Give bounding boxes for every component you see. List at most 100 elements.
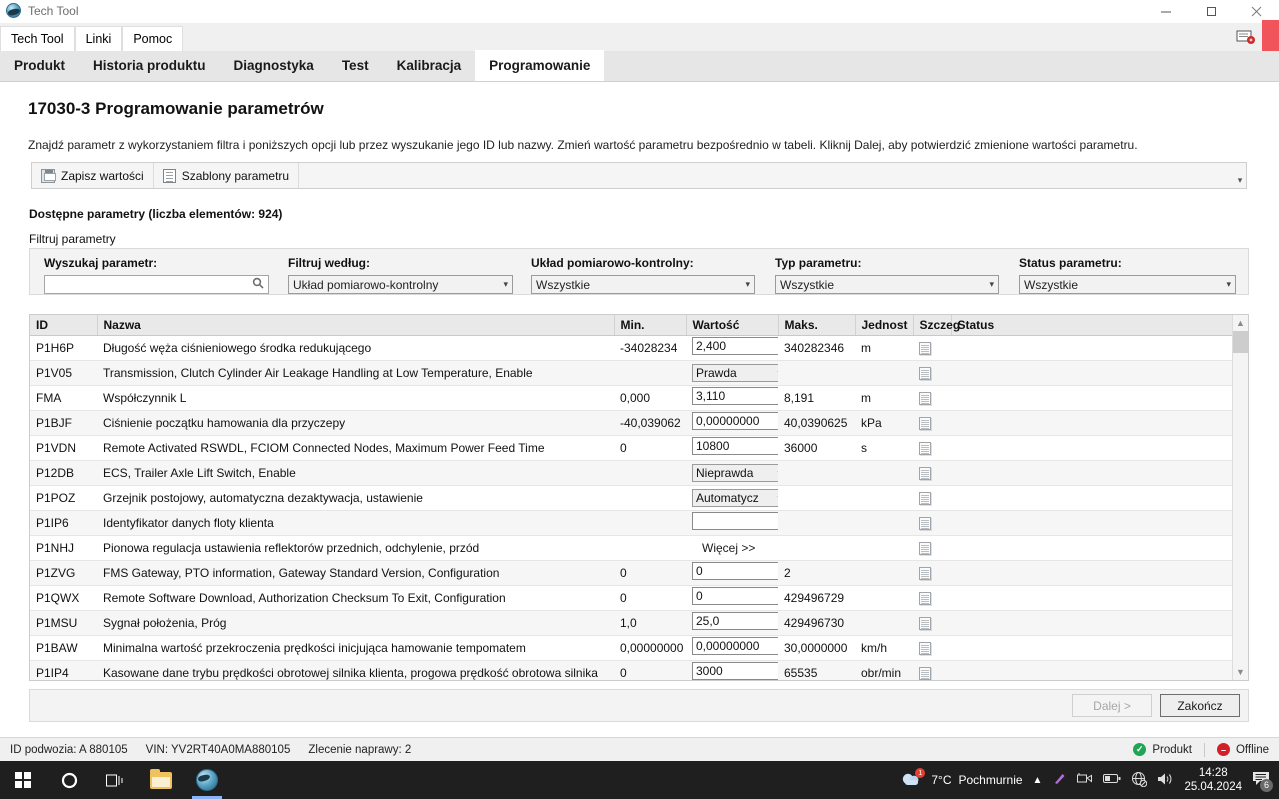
table-row[interactable]: P1VDN Remote Activated RSWDL, FCIOM Conne… bbox=[30, 435, 1233, 461]
parameter-value-input[interactable]: 10800 bbox=[692, 437, 778, 455]
pen-icon[interactable] bbox=[1052, 771, 1067, 789]
cortana-search-button[interactable] bbox=[46, 761, 92, 799]
menu-item-linki[interactable]: Linki bbox=[74, 26, 123, 51]
column-header-nazwa[interactable]: Nazwa bbox=[97, 315, 615, 336]
cell-details[interactable] bbox=[913, 585, 951, 611]
parameter-value-select[interactable]: Automatycz ▾ bbox=[692, 488, 778, 507]
tab-historia-produktu[interactable]: Historia produktu bbox=[79, 50, 220, 81]
parameter-value-input[interactable]: 0,00000000 bbox=[692, 412, 778, 430]
cell-value[interactable]: Automatycz ▾ bbox=[686, 485, 778, 511]
parameter-value-select[interactable]: Nieprawda ▾ bbox=[692, 463, 778, 482]
table-row[interactable]: P1IP4 Kasowane dane trybu prędkości obrot… bbox=[30, 660, 1233, 680]
table-row[interactable]: P1BAW Minimalna wartość przekroczenia prę… bbox=[30, 635, 1233, 661]
parameter-status-select[interactable]: Wszystkie ▾ bbox=[1019, 275, 1236, 294]
cell-details[interactable] bbox=[913, 385, 951, 411]
parameter-value-input[interactable]: 3000 bbox=[692, 662, 778, 680]
scroll-down-arrow[interactable]: ▼ bbox=[1233, 664, 1248, 680]
camera-icon[interactable] bbox=[1077, 772, 1093, 788]
tech-tool-taskbar-button[interactable] bbox=[184, 761, 230, 799]
parameter-value-input[interactable] bbox=[692, 512, 778, 530]
menu-item-pomoc[interactable]: Pomoc bbox=[122, 26, 184, 51]
cell-value[interactable]: Więcej >> bbox=[686, 535, 778, 561]
details-document-icon[interactable] bbox=[919, 416, 931, 430]
battery-icon[interactable] bbox=[1103, 773, 1121, 787]
search-input[interactable] bbox=[44, 275, 269, 294]
cell-value[interactable]: 3000 bbox=[686, 660, 778, 680]
finish-button[interactable]: Zakończ bbox=[1160, 694, 1240, 717]
network-icon[interactable] bbox=[1131, 771, 1148, 790]
details-document-icon[interactable] bbox=[919, 516, 931, 530]
table-row[interactable]: FMA Współczynnik L 0,000 3,110 8,191 m bbox=[30, 385, 1233, 411]
column-header-status[interactable]: Status bbox=[951, 315, 1234, 336]
details-document-icon[interactable] bbox=[919, 441, 931, 455]
filter-by-select[interactable]: Układ pomiarowo-kontrolny ▾ bbox=[288, 275, 513, 294]
tab-test[interactable]: Test bbox=[328, 50, 383, 81]
table-row[interactable]: P1MSU Sygnał położenia, Próg 1,0 25,0 429496… bbox=[30, 610, 1233, 636]
measurement-system-select[interactable]: Wszystkie ▾ bbox=[531, 275, 755, 294]
start-button[interactable] bbox=[0, 761, 46, 799]
action-center-button[interactable]: 6 bbox=[1252, 771, 1273, 792]
table-row[interactable]: P1H6P Długość węża ciśnieniowego środka r… bbox=[30, 335, 1233, 361]
cell-details[interactable] bbox=[913, 660, 951, 680]
parameter-value-input[interactable]: 0,00000000 bbox=[692, 637, 778, 655]
details-document-icon[interactable] bbox=[919, 566, 931, 580]
cell-details[interactable] bbox=[913, 510, 951, 536]
details-document-icon[interactable] bbox=[919, 341, 931, 355]
parameter-type-select[interactable]: Wszystkie ▾ bbox=[775, 275, 999, 294]
details-document-icon[interactable] bbox=[919, 641, 931, 655]
maximize-button[interactable] bbox=[1189, 0, 1234, 23]
details-document-icon[interactable] bbox=[919, 591, 931, 605]
clock-widget[interactable]: 14:28 25.04.2024 bbox=[1184, 766, 1242, 794]
column-header-wartosc[interactable]: Wartość bbox=[686, 315, 779, 336]
cell-value[interactable]: 10800 bbox=[686, 435, 778, 461]
table-row[interactable]: P1POZ Grzejnik postojowy, automatyczna de… bbox=[30, 485, 1233, 511]
menu-item-techtool[interactable]: Tech Tool bbox=[0, 26, 75, 51]
file-explorer-button[interactable] bbox=[138, 761, 184, 799]
table-row[interactable]: P1QWX Remote Software Download, Authoriza… bbox=[30, 585, 1233, 611]
details-document-icon[interactable] bbox=[919, 491, 931, 505]
cell-details[interactable] bbox=[913, 435, 951, 461]
scrollbar-thumb[interactable] bbox=[1233, 331, 1248, 353]
cell-details[interactable] bbox=[913, 610, 951, 636]
cell-details[interactable] bbox=[913, 485, 951, 511]
minimize-button[interactable] bbox=[1144, 0, 1189, 23]
parameter-value-input[interactable]: 2,400 bbox=[692, 337, 778, 355]
toolbar-overflow-button[interactable]: ▾ bbox=[1234, 163, 1246, 188]
table-row[interactable]: P1ZVG FMS Gateway, PTO information, Gatew… bbox=[30, 560, 1233, 586]
parameter-value-input[interactable]: 3,110 bbox=[692, 387, 778, 405]
details-document-icon[interactable] bbox=[919, 541, 931, 555]
column-header-id[interactable]: ID bbox=[30, 315, 98, 336]
cell-value[interactable]: Nieprawda ▾ bbox=[686, 460, 778, 486]
message-icon[interactable] bbox=[1236, 28, 1256, 46]
table-row[interactable]: P1IP6 Identyfikator danych floty klienta bbox=[30, 510, 1233, 536]
tab-kalibracja[interactable]: Kalibracja bbox=[383, 50, 476, 81]
details-document-icon[interactable] bbox=[919, 616, 931, 630]
cell-value[interactable]: 0 bbox=[686, 560, 778, 586]
next-button[interactable]: Dalej > bbox=[1072, 694, 1152, 717]
table-vertical-scrollbar[interactable]: ▲ ▼ bbox=[1232, 315, 1248, 680]
tray-expand-icon[interactable]: ▲ bbox=[1033, 775, 1043, 786]
column-header-maks[interactable]: Maks. bbox=[778, 315, 856, 336]
tab-produkt[interactable]: Produkt bbox=[0, 50, 79, 81]
table-row[interactable]: P1BJF Ciśnienie początku hamowania dla pr… bbox=[30, 410, 1233, 436]
volume-icon[interactable] bbox=[1157, 772, 1174, 789]
cell-details[interactable] bbox=[913, 360, 951, 386]
cell-details[interactable] bbox=[913, 560, 951, 586]
scroll-up-arrow[interactable]: ▲ bbox=[1233, 315, 1248, 331]
tab-programowanie[interactable]: Programowanie bbox=[475, 50, 605, 81]
parameter-templates-button[interactable]: Szablony parametru bbox=[154, 163, 300, 188]
cell-value[interactable]: 3,110 bbox=[686, 385, 778, 411]
cell-details[interactable] bbox=[913, 635, 951, 661]
parameter-value-input[interactable]: 0 bbox=[692, 587, 778, 605]
parameter-value-select[interactable]: Prawda ▾ bbox=[692, 363, 778, 382]
task-view-button[interactable] bbox=[92, 761, 138, 799]
parameter-value-input[interactable]: 25,0 bbox=[692, 612, 778, 630]
cell-value[interactable]: 0,00000000 bbox=[686, 410, 778, 436]
column-header-szczeg[interactable]: Szczeg bbox=[913, 315, 960, 336]
cell-details[interactable] bbox=[913, 460, 951, 486]
table-row[interactable]: P12DB ECS, Trailer Axle Lift Switch, Enab… bbox=[30, 460, 1233, 486]
details-document-icon[interactable] bbox=[919, 666, 931, 680]
details-document-icon[interactable] bbox=[919, 466, 931, 480]
table-row[interactable]: P1NHJ Pionowa regulacja ustawienia reflek… bbox=[30, 535, 1233, 561]
cell-value[interactable]: 2,400 bbox=[686, 335, 778, 361]
